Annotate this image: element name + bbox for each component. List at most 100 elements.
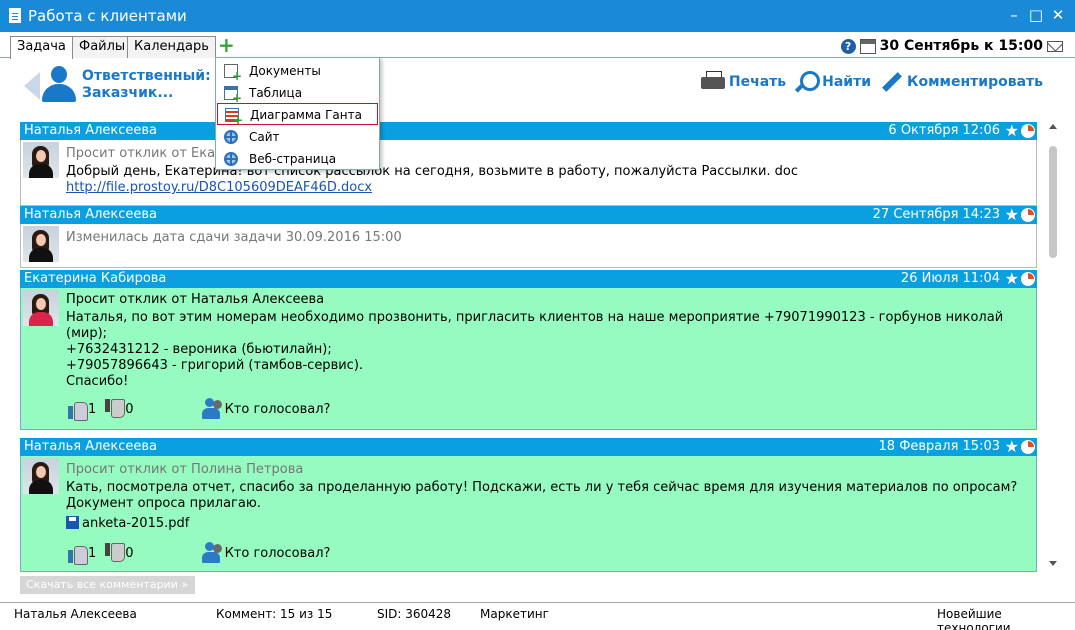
tab-files[interactable]: Файлы [72,36,133,58]
star-icon[interactable]: ★ [1005,207,1019,223]
comment-meta: Просит отклик от Екатер [66,146,239,161]
globe-icon [224,152,238,166]
back-arrow-icon[interactable] [24,72,40,100]
comment-author[interactable]: Наталья Алексеева [24,207,157,222]
menu-item-label: Таблица [249,86,303,100]
comment-item: Екатерина Кабирова 26 Июля 11:04 ★ Проси… [20,270,1037,430]
comment-line: Наталья, по вот этим номерам необходимо … [66,310,1004,325]
votes-bar: 1 0 Кто голосовал? [66,398,331,421]
scroll-down-icon[interactable] [1049,561,1057,566]
download-all-comments-button[interactable]: Скачать все комментарии » [20,576,195,594]
likes-count: 1 [88,545,97,561]
votes-bar: 1 0 Кто голосовал? [66,542,331,565]
window-title: Работа с клиентами [28,7,187,25]
tab-calendar[interactable]: Календарь [127,36,216,58]
floppy-icon [66,516,79,529]
comment-header: Наталья Алексеева 27 Сентября 14:23 ★ [20,206,1037,224]
comment-button[interactable]: Комментировать [879,70,1043,94]
comment-date: 27 Сентября 14:23 [872,207,1000,222]
dislikes-count: 0 [125,545,134,561]
attachment-file[interactable]: anketa-2015.pdf [66,516,189,532]
header-actions: Печать Найти Комментировать [700,70,1043,94]
menu-item-site[interactable]: Сайт [217,126,378,148]
scroll-up-icon[interactable] [1049,124,1057,129]
menu-item-label: Документы [249,64,321,78]
comment-line: +79057896643 - григорий (тамбов-сервис). [66,358,364,373]
menu-item-label: Веб-страница [249,152,337,166]
who-voted-link[interactable]: Кто голосовал? [225,402,331,417]
customer-label[interactable]: Заказчик... [82,85,227,102]
star-icon[interactable]: ★ [1005,439,1019,455]
thumb-up-icon[interactable] [66,543,88,565]
status-comments: Коммент: 15 из 15 [216,607,333,621]
print-button[interactable]: Печать [700,71,787,93]
comment-line: (мир); [66,326,108,341]
comment-meta: Просит отклик от Наталья Алексеева [66,292,325,307]
comment-meta: Просит отклик от Полина Петрова [66,462,304,477]
close-button[interactable]: ✕ [1046,4,1070,26]
status-user: Наталья Алексеева [14,607,137,621]
avatar [23,226,59,262]
magnifier-icon [794,70,821,94]
comment-author[interactable]: Екатерина Кабирова [24,271,166,286]
menu-item-webpage[interactable]: Веб-страница [217,148,378,170]
menu-item-table[interactable]: Таблица [217,82,378,104]
tab-task[interactable]: Задача [10,36,73,59]
comment-header: Наталья Алексеева 6 Октября 12:06 ★ [20,122,1037,140]
thumb-down-icon[interactable] [103,543,126,563]
responsible-label[interactable]: Ответственный: П [82,68,227,85]
vertical-scrollbar[interactable] [1045,122,1062,568]
who-voted-link[interactable]: Кто голосовал? [225,546,331,561]
comment-date: 6 Октября 12:06 [888,123,1000,138]
task-header: Ответственный: П Заказчик... [82,68,227,102]
tab-strip: Задача Файлы Календарь + ? 30 Сентябрь к… [0,32,1075,59]
avatar [23,458,59,494]
star-icon[interactable]: ★ [1005,123,1019,139]
comment-label: Комментировать [907,74,1043,90]
pie-chart-icon[interactable] [1021,272,1035,286]
comment-author[interactable]: Наталья Алексеева [24,123,157,138]
comment-item: Наталья Алексеева 27 Сентября 14:23 ★ Из… [20,206,1037,268]
thumb-down-icon[interactable] [103,399,126,419]
find-button[interactable]: Найти [794,70,871,94]
comment-body: Изменилась дата сдачи задачи 30.09.2016 … [20,224,1037,268]
comment-body: Просит отклик от Наталья Алексеева Натал… [20,288,1037,430]
minimize-button[interactable]: – [1002,4,1026,26]
thumb-up-icon[interactable] [66,399,88,421]
comment-meta: Изменилась дата сдачи задачи 30.09.2016 … [66,230,402,245]
scroll-thumb[interactable] [1049,146,1057,258]
comment-author[interactable]: Наталья Алексеева [24,439,157,454]
comment-date: 18 Февраля 15:03 [878,439,1000,454]
comment-text: Добрый день, Екатерина! вот список рассы… [66,164,799,179]
comment-line: +7632431212 - вероника (бьютилайн); [66,342,332,357]
help-icon[interactable]: ? [840,38,856,54]
table-add-icon [224,86,242,104]
star-icon[interactable]: ★ [1005,271,1019,287]
print-label: Печать [728,74,787,90]
pie-chart-icon[interactable] [1021,208,1035,222]
attachment-name: anketa-2015.pdf [82,516,190,531]
find-label: Найти [822,74,872,90]
maximize-button[interactable]: □ [1024,4,1048,26]
status-bar: Наталья Алексеева Коммент: 15 из 15 SID:… [0,602,1075,630]
add-tab-button[interactable]: + [218,35,235,55]
attachment-link[interactable]: http://file.prostoy.ru/D8C105609DEAF46D.… [66,180,372,196]
calendar-icon[interactable] [859,38,876,54]
menu-item-gantt[interactable]: Диаграмма Ганта [217,103,378,126]
title-bar: Работа с клиентами – □ ✕ [0,0,1075,32]
dislikes-count: 0 [125,401,134,417]
comment-line: Спасибо! [66,374,129,389]
comment-body: Просит отклик от Полина Петрова Кать, по… [20,456,1037,572]
likes-count: 1 [88,401,97,417]
menu-item-documents[interactable]: Документы [217,60,378,82]
globe-icon [224,130,238,144]
pie-chart-icon[interactable] [1021,124,1035,138]
printer-icon [700,71,725,93]
menu-item-label: Диаграмма Ганта [250,108,362,122]
document-add-icon [224,64,242,82]
comment-line: Кать, посмотрела отчет, спасибо за проде… [66,480,1018,495]
mail-icon[interactable] [1047,40,1063,52]
pie-chart-icon[interactable] [1021,440,1035,454]
menu-item-label: Сайт [249,130,280,144]
voters-icon [201,398,225,420]
